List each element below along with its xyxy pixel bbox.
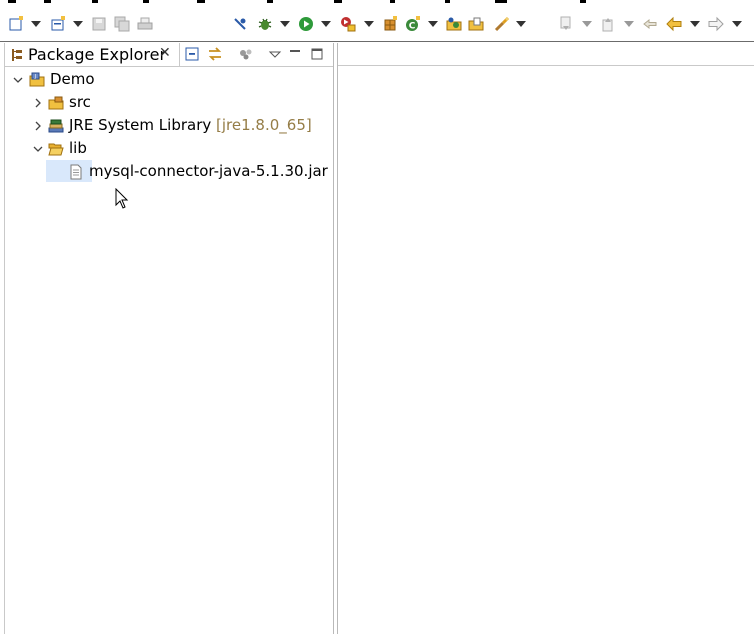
new-java-package-icon[interactable] [381,15,399,33]
chevron-right-icon[interactable] [32,120,44,132]
collapse-all-icon[interactable] [183,45,201,63]
new-java-class-icon[interactable]: C [404,15,422,33]
tree-label: JRE System Library [69,116,212,134]
folder-open-icon [48,143,64,156]
search-dropdown[interactable] [516,21,526,27]
save-all-icon[interactable] [113,15,131,33]
svg-text:C: C [409,22,416,32]
previous-annotation-dropdown[interactable] [624,21,634,27]
next-annotation-dropdown[interactable] [582,21,592,27]
previous-annotation-icon[interactable] [599,15,617,33]
minimize-icon[interactable] [286,45,304,63]
tree-label: src [69,93,91,111]
tree-label: lib [69,139,87,157]
last-edit-location-icon[interactable] [641,15,659,33]
forward-icon[interactable] [707,15,725,33]
editor-area[interactable] [337,43,754,634]
package-explorer-view: Package Explorer ✕ J Demo src JRE System… [4,43,334,634]
package-explorer-tabbar: Package Explorer ✕ [5,43,333,67]
link-with-editor-icon[interactable] [206,45,224,63]
jre-version-decoration: [jre1.8.0_65] [216,116,312,134]
tree-item-jre-system-library[interactable]: JRE System Library [jre1.8.0_65] [5,115,333,137]
back-dropdown[interactable] [690,21,700,27]
tree-item-demo[interactable]: J Demo [5,69,333,91]
toolbar-divider [0,41,754,42]
tree-label: Demo [50,70,95,88]
view-menu-icon[interactable] [266,45,284,63]
file-icon [70,164,82,180]
svg-text:J: J [34,74,36,80]
next-annotation-icon[interactable] [557,15,575,33]
close-icon[interactable]: ✕ [159,45,171,61]
print-icon[interactable] [136,15,154,33]
back-icon[interactable] [665,15,683,33]
main-toolbar: C [0,6,754,42]
debug-icon[interactable] [256,15,274,33]
java-project-icon: J [29,72,45,87]
new-java-class-dropdown[interactable] [428,21,438,27]
new-java-element-icon[interactable] [49,15,67,33]
tree-label-group: JRE System Library [jre1.8.0_65] [69,116,312,134]
tab-label: Package Explorer [28,45,167,64]
debug-dropdown[interactable] [280,21,290,27]
tree-label: mysql-connector-java-5.1.30.jar [89,162,328,180]
focus-icon[interactable] [237,45,255,63]
new-dropdown[interactable] [31,21,41,27]
maximize-icon[interactable] [308,45,326,63]
editor-tab-divider [338,65,754,66]
new-java-element-dropdown[interactable] [73,21,83,27]
search-icon[interactable] [493,15,511,33]
tab-package-explorer[interactable]: Package Explorer ✕ [5,43,180,66]
source-folder-icon [48,96,64,110]
save-icon[interactable] [90,15,108,33]
forward-dropdown[interactable] [732,21,742,27]
run-icon[interactable] [297,15,315,33]
open-type-icon[interactable] [445,15,463,33]
new-icon[interactable] [7,15,25,33]
coverage-dropdown[interactable] [364,21,374,27]
skip-breakpoints-icon[interactable] [231,15,249,33]
library-icon [48,119,64,133]
coverage-icon[interactable] [339,15,357,33]
tree-item-mysql-connector-jar[interactable]: mysql-connector-java-5.1.30.jar [5,161,333,183]
run-dropdown[interactable] [321,21,331,27]
tree-item-lib[interactable]: lib [5,138,333,160]
chevron-down-icon[interactable] [32,143,44,155]
open-resource-icon[interactable] [467,15,485,33]
tree-item-src[interactable]: src [5,92,333,114]
package-explorer-icon [12,49,22,61]
chevron-right-icon[interactable] [32,97,44,109]
mouse-cursor-icon [115,188,129,209]
chevron-down-icon[interactable] [12,74,24,86]
